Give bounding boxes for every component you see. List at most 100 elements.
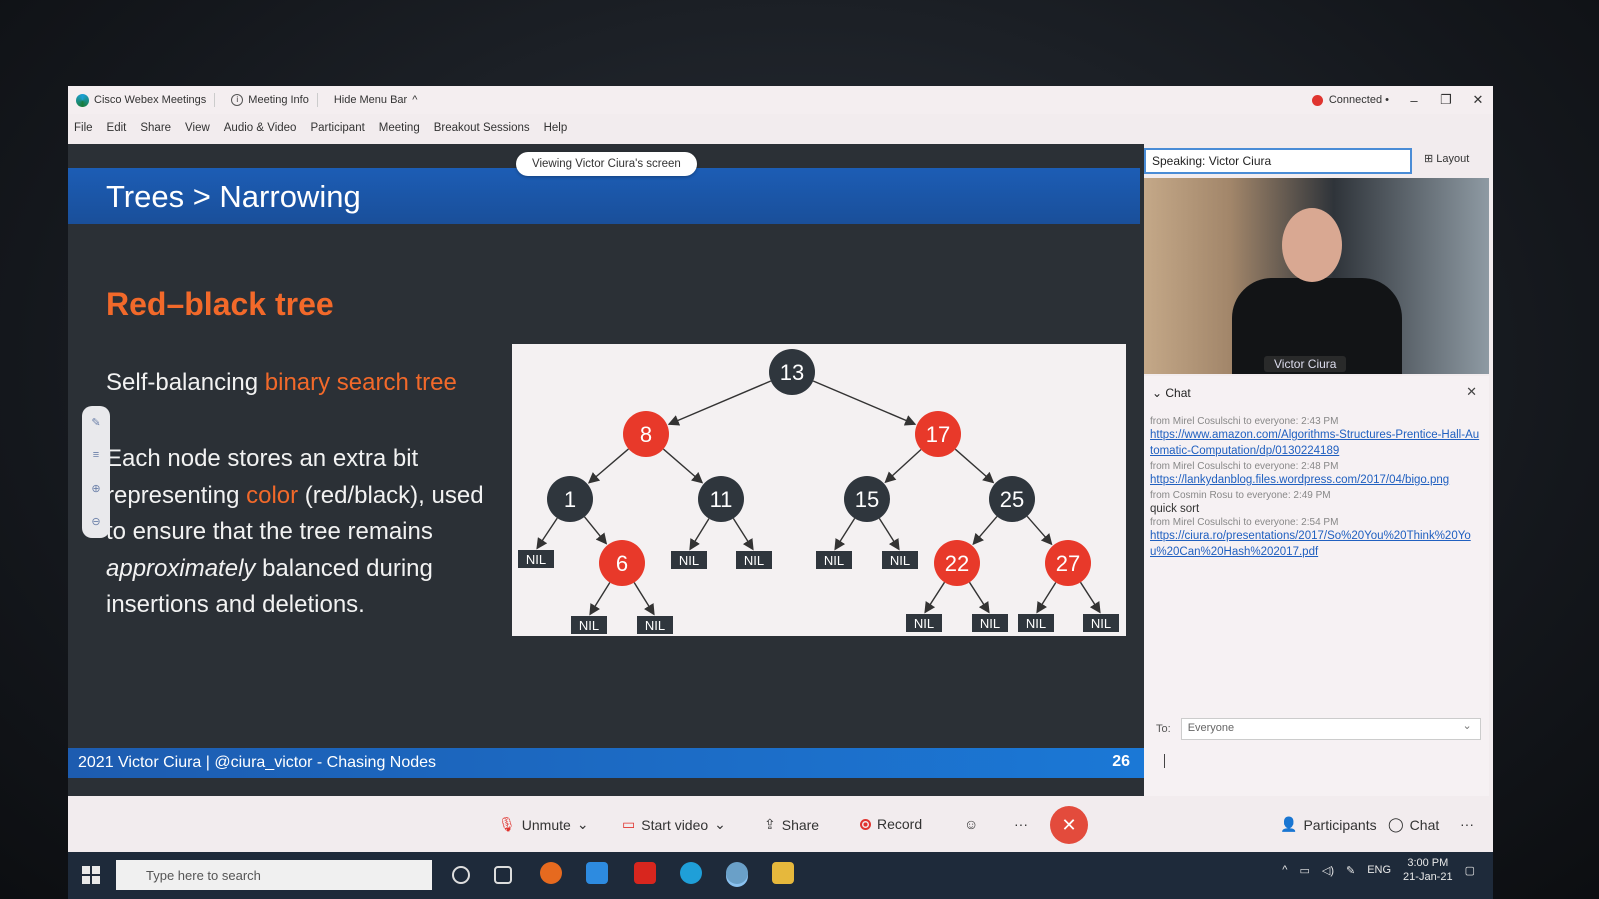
chat-messages: from Mirel Cosulschi to everyone: 2:43 P… bbox=[1150, 414, 1480, 560]
start-video-button[interactable]: ▭ Start video ⌄ bbox=[622, 816, 726, 833]
edge-icon[interactable] bbox=[680, 862, 702, 884]
webex-logo-icon bbox=[76, 93, 89, 107]
nil-leaf: NIL bbox=[518, 550, 554, 568]
nil-leaf: NIL bbox=[736, 551, 772, 569]
connection-status[interactable]: Connected • bbox=[1311, 94, 1389, 106]
volume-icon[interactable]: ◁) bbox=[1322, 864, 1334, 877]
unmute-button[interactable]: 🎙 Unmute ⌄ bbox=[498, 816, 589, 833]
webex-taskbar-icon[interactable] bbox=[726, 862, 748, 884]
video-name-label: Victor Ciura bbox=[1264, 356, 1347, 372]
chat-input[interactable] bbox=[1164, 754, 1165, 768]
mail-icon[interactable] bbox=[586, 862, 608, 884]
windows-start-icon[interactable] bbox=[82, 866, 100, 884]
person-head bbox=[1282, 208, 1342, 282]
cortana-icon[interactable] bbox=[452, 866, 470, 884]
page-number: 26 bbox=[1112, 753, 1130, 770]
message-meta: from Cosmin Rosu to everyone: 2:49 PM bbox=[1150, 490, 1331, 501]
chevron-up-icon: ^ bbox=[412, 94, 418, 106]
taskbar-search-input[interactable]: Type here to search bbox=[116, 860, 432, 890]
close-icon[interactable]: ✕ bbox=[1471, 92, 1485, 108]
message-link[interactable]: https://www.amazon.com/Algorithms-Struct… bbox=[1150, 427, 1480, 459]
menu-meeting[interactable]: Meeting bbox=[379, 122, 420, 134]
tree-edge bbox=[884, 449, 922, 484]
windows-taskbar: Type here to search ^ ▭ ◁) ✎ ENG 3:00 PM… bbox=[68, 852, 1493, 899]
tree-edge bbox=[812, 380, 917, 426]
chat-button[interactable]: ◯ Chat bbox=[1388, 816, 1439, 833]
highlight-tool-icon[interactable]: ≡ bbox=[93, 449, 99, 461]
restore-icon[interactable]: ❐ bbox=[1439, 92, 1453, 108]
chevron-down-icon[interactable]: ⌄ bbox=[714, 816, 726, 833]
zoom-out-icon[interactable]: ⊖ bbox=[91, 515, 100, 528]
minimize-icon[interactable]: – bbox=[1407, 93, 1421, 108]
nil-leaf: NIL bbox=[882, 551, 918, 569]
acrobat-icon[interactable] bbox=[634, 862, 656, 884]
more-options-button[interactable]: ··· bbox=[1014, 816, 1028, 832]
chat-close-icon[interactable]: ✕ bbox=[1466, 384, 1477, 400]
file-explorer-icon[interactable] bbox=[772, 862, 794, 884]
nil-leaf: NIL bbox=[906, 614, 942, 632]
chevron-down-icon: ⌄ bbox=[1152, 386, 1166, 400]
svg-text:NIL: NIL bbox=[1091, 616, 1111, 631]
message-meta: from Mirel Cosulschi to everyone: 2:43 P… bbox=[1150, 416, 1339, 427]
record-button[interactable]: Record bbox=[860, 816, 922, 832]
annotation-toolbar: ✎ ≡ ⊕ ⊖ bbox=[82, 406, 110, 538]
message-link[interactable]: https://lankydanblog.files.wordpress.com… bbox=[1150, 472, 1480, 488]
nil-edge bbox=[633, 582, 655, 616]
chat-recipient-row: To: Everyone bbox=[1156, 718, 1481, 740]
tree-edge bbox=[667, 380, 772, 426]
menu-participant[interactable]: Participant bbox=[310, 122, 364, 134]
share-button[interactable]: ⇪ Share bbox=[764, 816, 819, 833]
chevron-down-icon[interactable]: ⌄ bbox=[577, 816, 589, 833]
tree-edge bbox=[972, 515, 998, 546]
svg-text:NIL: NIL bbox=[645, 618, 665, 633]
nil-edge bbox=[536, 517, 558, 550]
nil-edge bbox=[924, 581, 946, 614]
firefox-icon[interactable] bbox=[540, 862, 562, 884]
task-view-icon[interactable] bbox=[494, 866, 512, 884]
message-link[interactable]: https://ciura.ro/presentations/2017/So%2… bbox=[1150, 528, 1480, 560]
clock[interactable]: 3:00 PM 21-Jan-21 bbox=[1403, 856, 1453, 884]
recipient-select[interactable]: Everyone bbox=[1180, 718, 1481, 740]
hide-menu-bar-button[interactable]: Hide Menu Bar ^ bbox=[334, 94, 418, 106]
pointer-tool-icon[interactable]: ✎ bbox=[91, 416, 100, 429]
menu-file[interactable]: File bbox=[74, 122, 93, 134]
pen-icon[interactable]: ✎ bbox=[1346, 864, 1355, 877]
layout-button[interactable]: ⊞ Layout bbox=[1424, 152, 1469, 165]
tree-node-8: 8 bbox=[623, 411, 669, 457]
leave-meeting-button[interactable]: ✕ bbox=[1050, 806, 1088, 844]
video-feed[interactable]: Victor Ciura bbox=[1144, 178, 1489, 374]
svg-text:NIL: NIL bbox=[744, 553, 764, 568]
message-text: quick sort bbox=[1150, 503, 1200, 515]
person-icon: 👤 bbox=[1280, 816, 1298, 832]
nil-leaf: NIL bbox=[1018, 614, 1054, 632]
menu-bar: File Edit Share View Audio & Video Parti… bbox=[68, 118, 567, 138]
video-off-icon: ▭ bbox=[622, 816, 636, 832]
notifications-icon[interactable]: ▢ bbox=[1465, 864, 1475, 877]
system-tray: ^ ▭ ◁) ✎ ENG 3:00 PM 21-Jan-21 ▢ bbox=[1282, 856, 1475, 884]
chat-panel: ⌄ Chat ✕ from Mirel Cosulschi to everyon… bbox=[1144, 376, 1489, 796]
svg-text:NIL: NIL bbox=[1026, 616, 1046, 631]
menu-edit[interactable]: Edit bbox=[107, 122, 127, 134]
slide-heading: Red–black tree bbox=[106, 286, 334, 322]
menu-help[interactable]: Help bbox=[544, 122, 568, 134]
meeting-info-button[interactable]: i Meeting Info bbox=[231, 94, 309, 106]
svg-text:1: 1 bbox=[564, 487, 576, 512]
app-title: Cisco Webex Meetings bbox=[76, 93, 206, 107]
nil-leaf: NIL bbox=[637, 616, 673, 634]
tree-edge bbox=[662, 448, 704, 484]
language-indicator[interactable]: ENG bbox=[1367, 864, 1391, 876]
more-panels-button[interactable]: ··· bbox=[1460, 816, 1474, 832]
nil-leaf: NIL bbox=[1083, 614, 1119, 632]
tree-edge bbox=[1026, 515, 1053, 546]
menu-audio-video[interactable]: Audio & Video bbox=[224, 122, 297, 134]
zoom-in-icon[interactable]: ⊕ bbox=[91, 482, 100, 495]
participants-button[interactable]: 👤 Participants bbox=[1280, 816, 1377, 833]
tray-chevron-icon[interactable]: ^ bbox=[1282, 864, 1287, 876]
menu-breakout-sessions[interactable]: Breakout Sessions bbox=[434, 122, 530, 134]
chat-header[interactable]: ⌄ Chat bbox=[1152, 386, 1191, 400]
menu-view[interactable]: View bbox=[185, 122, 210, 134]
network-icon[interactable]: ▭ bbox=[1299, 864, 1309, 877]
menu-share[interactable]: Share bbox=[140, 122, 171, 134]
slide-title: Trees > Narrowing bbox=[106, 179, 361, 214]
reactions-button[interactable]: ☺ bbox=[964, 816, 978, 832]
